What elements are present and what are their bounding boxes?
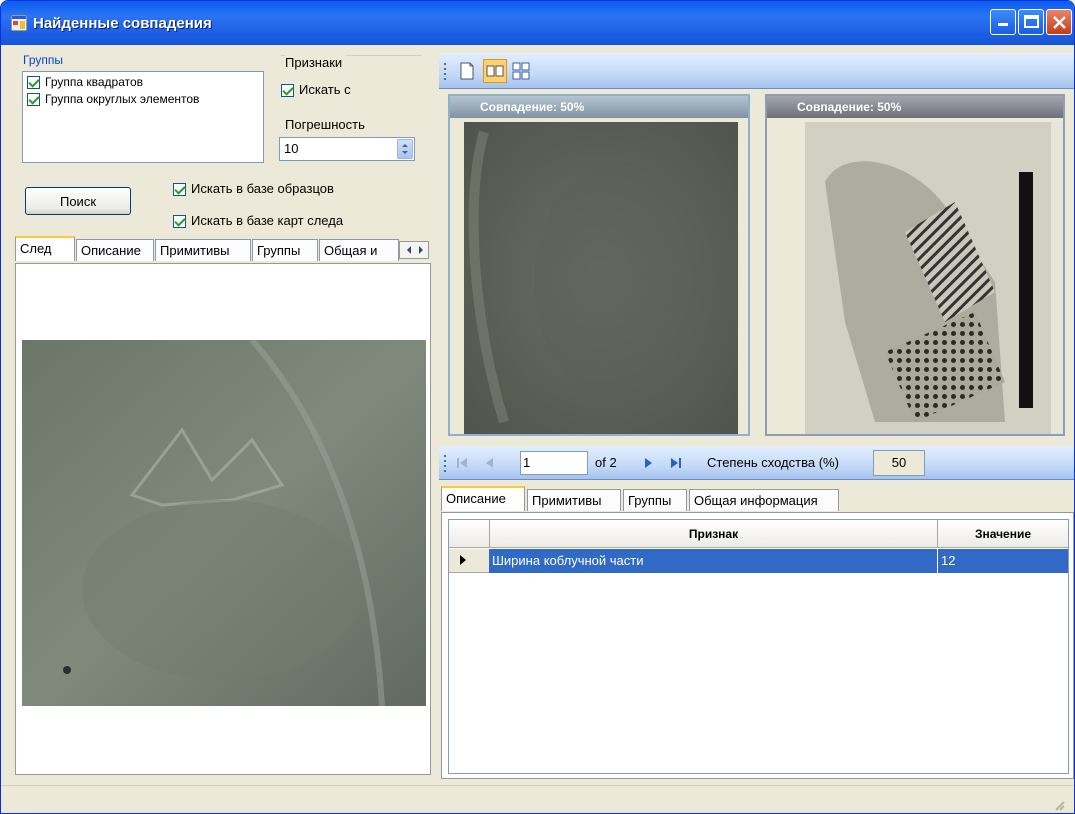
tab-general-info[interactable]: Общая информация bbox=[689, 489, 839, 511]
dual-view-button[interactable] bbox=[483, 59, 507, 83]
row-selector[interactable] bbox=[449, 549, 489, 573]
match-image-2 bbox=[805, 122, 1063, 434]
tolerance-label: Погрешность bbox=[285, 117, 365, 132]
checkbox-icon[interactable] bbox=[27, 93, 40, 107]
spin-arrows-icon bbox=[402, 144, 408, 154]
similarity-label: Степень сходства (%) bbox=[707, 455, 839, 470]
group-item[interactable]: Группа квадратов bbox=[27, 75, 143, 90]
description-panel: Признак Значение Ширина коблучной части … bbox=[441, 512, 1074, 779]
grip-icon bbox=[444, 455, 446, 472]
left-tab-strip: След Описание Примитивы Группы Общая и bbox=[15, 236, 433, 265]
match-image-1 bbox=[464, 122, 738, 434]
view-toolbar bbox=[439, 53, 1074, 89]
close-icon bbox=[1053, 16, 1066, 29]
tab-scroll[interactable] bbox=[399, 241, 429, 259]
cell-feature[interactable]: Ширина коблучной части bbox=[489, 549, 937, 573]
tolerance-field[interactable]: 10 bbox=[279, 137, 415, 161]
title-bar[interactable]: Найденные совпадения bbox=[1, 1, 1074, 45]
checkbox-icon[interactable] bbox=[173, 215, 186, 229]
similarity-field[interactable]: 50 bbox=[873, 450, 925, 476]
page-count: of 2 bbox=[595, 455, 617, 470]
close-button[interactable] bbox=[1046, 9, 1072, 35]
checkbox-icon[interactable] bbox=[27, 76, 40, 90]
groups-title: Группы bbox=[23, 53, 63, 67]
app-icon bbox=[11, 15, 27, 31]
tab-general-info[interactable]: Общая и bbox=[319, 239, 399, 261]
first-page-icon[interactable] bbox=[455, 456, 469, 470]
maximize-button[interactable] bbox=[1018, 9, 1044, 35]
minimize-button[interactable] bbox=[990, 9, 1016, 35]
groups-list[interactable]: Группа квадратов Группа округлых элемент… bbox=[22, 71, 264, 163]
row-header-column bbox=[449, 520, 489, 548]
main-window: Найденные совпадения Группы Группа квадр… bbox=[0, 0, 1075, 814]
checkbox-icon[interactable] bbox=[173, 183, 186, 197]
match-panel-2[interactable]: Совпадение: 50% bbox=[765, 94, 1065, 436]
trace-image bbox=[22, 340, 426, 706]
right-tab-strip: Описание Примитивы Группы Общая информац… bbox=[441, 486, 861, 513]
trace-panel bbox=[15, 263, 431, 775]
tolerance-spinner[interactable] bbox=[397, 139, 413, 159]
search-samples-checkbox[interactable]: Искать в базе образцов bbox=[173, 181, 334, 197]
tab-description[interactable]: Описание bbox=[441, 486, 525, 511]
last-page-icon[interactable] bbox=[669, 456, 683, 470]
table-row[interactable]: Ширина коблучной части 12 bbox=[489, 549, 1068, 573]
tab-scroll-arrows-icon bbox=[407, 246, 423, 254]
next-page-icon[interactable] bbox=[641, 456, 655, 470]
window-title: Найденные совпадения bbox=[33, 14, 212, 32]
grip-icon bbox=[444, 63, 446, 80]
navigator-bar: 1 of 2 Степень сходства (%) 50 bbox=[439, 446, 1074, 480]
search-trace-cards-checkbox[interactable]: Искать в базе карт следа bbox=[173, 213, 343, 229]
resize-grip-icon[interactable] bbox=[1052, 798, 1066, 812]
match-header-1: Совпадение: 50% bbox=[450, 96, 748, 118]
features-title: Признаки bbox=[285, 55, 347, 70]
checkbox-icon[interactable] bbox=[281, 84, 294, 98]
tab-groups[interactable]: Группы bbox=[252, 239, 318, 261]
current-row-icon bbox=[460, 555, 466, 565]
dual-view-icon bbox=[486, 65, 504, 77]
column-value[interactable]: Значение bbox=[937, 520, 1068, 548]
tab-trace[interactable]: След bbox=[15, 236, 75, 261]
tab-primitives[interactable]: Примитивы bbox=[527, 489, 621, 511]
search-button[interactable]: Поиск bbox=[25, 187, 131, 215]
group-item[interactable]: Группа округлых элементов bbox=[27, 92, 199, 107]
page-input[interactable]: 1 bbox=[520, 451, 588, 475]
search-with-checkbox[interactable]: Искать с bbox=[281, 82, 351, 98]
tab-groups[interactable]: Группы bbox=[623, 489, 687, 511]
prev-page-icon[interactable] bbox=[483, 456, 497, 470]
grid-view-icon[interactable] bbox=[511, 61, 531, 81]
status-bar bbox=[1, 785, 1074, 813]
match-panel-1[interactable]: Совпадение: 50% bbox=[448, 94, 750, 436]
cell-value[interactable]: 12 bbox=[937, 549, 1068, 573]
tab-description[interactable]: Описание bbox=[76, 239, 154, 261]
single-view-icon[interactable] bbox=[457, 61, 477, 81]
tab-primitives[interactable]: Примитивы bbox=[155, 239, 251, 261]
match-header-2: Совпадение: 50% bbox=[767, 96, 1063, 118]
column-feature[interactable]: Признак bbox=[489, 520, 937, 548]
features-grid[interactable]: Признак Значение Ширина коблучной части … bbox=[448, 519, 1069, 774]
